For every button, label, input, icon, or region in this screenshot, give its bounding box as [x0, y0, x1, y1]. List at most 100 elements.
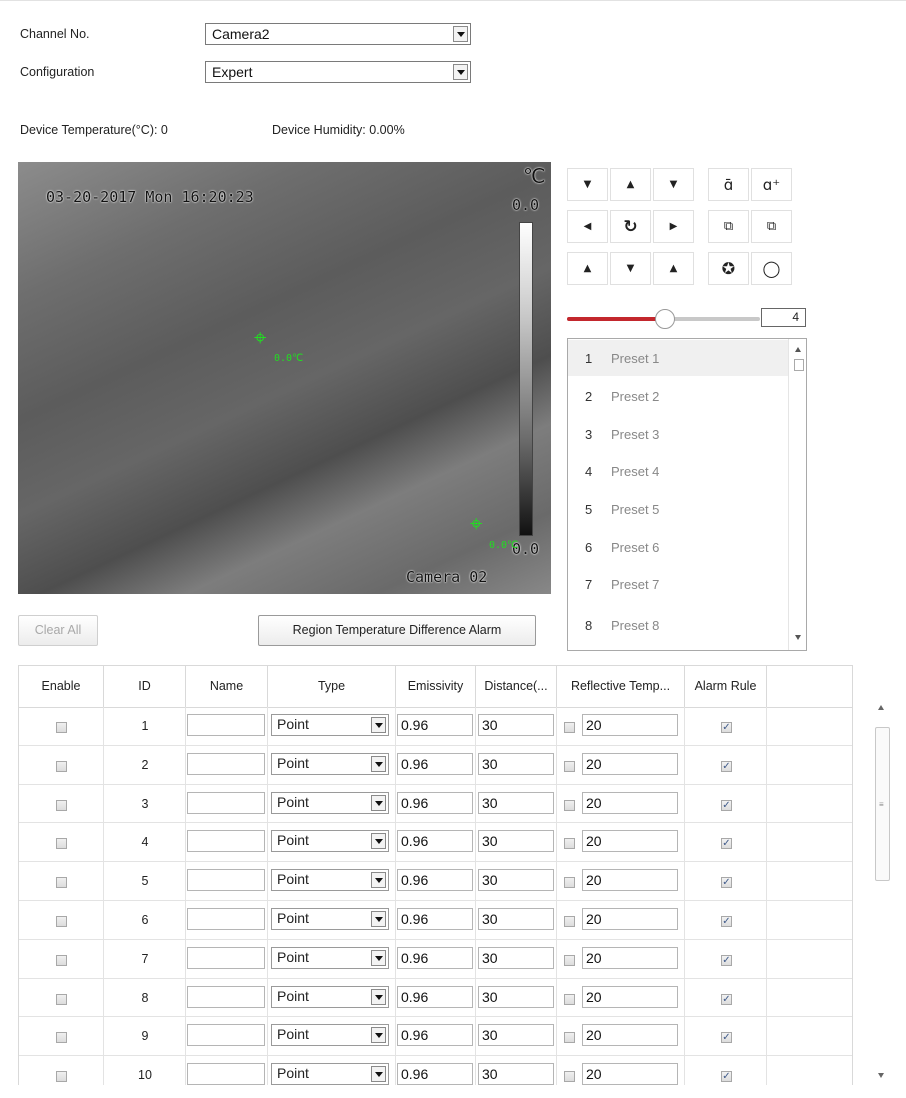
distance-input[interactable]: 30 [478, 791, 554, 814]
alarm-rule-checkbox[interactable]: ✓ [721, 1032, 732, 1044]
reflective-temp-input[interactable]: 20 [582, 946, 678, 969]
reflective-temp-checkbox[interactable] [564, 954, 575, 966]
name-input[interactable] [187, 985, 265, 1008]
emissivity-input[interactable]: 0.96 [397, 830, 473, 853]
reflective-temp-input[interactable]: 20 [582, 791, 678, 814]
enable-checkbox[interactable] [56, 954, 67, 966]
type-select[interactable]: Point [271, 1024, 389, 1047]
emissivity-input[interactable]: 0.96 [397, 985, 473, 1008]
table-scrollbar[interactable]: ≡ [872, 699, 892, 1085]
scroll-down-icon[interactable] [878, 1073, 884, 1078]
reflective-temp-checkbox[interactable] [564, 993, 575, 1005]
preset-list-scrollbar[interactable] [788, 339, 806, 650]
name-input[interactable] [187, 714, 265, 736]
preset-item[interactable]: 2 Preset 2 [568, 378, 790, 414]
reflective-temp-input[interactable]: 20 [582, 869, 678, 892]
arrow-down-icon[interactable]: ▼ [610, 252, 651, 285]
chevron-down-icon[interactable] [371, 872, 386, 889]
emissivity-input[interactable]: 0.96 [397, 1024, 473, 1047]
iris-open-icon[interactable]: ◯ [751, 252, 792, 285]
name-input[interactable] [187, 946, 265, 969]
name-input[interactable] [187, 1063, 265, 1085]
region-temperature-difference-alarm-button[interactable]: Region Temperature Difference Alarm [258, 615, 536, 646]
arrow-right-icon[interactable]: ▶ [653, 210, 694, 243]
alarm-rule-checkbox[interactable]: ✓ [721, 954, 732, 966]
emissivity-input[interactable]: 0.96 [397, 752, 473, 775]
distance-input[interactable]: 30 [478, 830, 554, 853]
channel-select[interactable]: Camera2 [205, 23, 471, 45]
chevron-down-icon[interactable] [453, 64, 468, 80]
distance-input[interactable]: 30 [478, 946, 554, 969]
name-input[interactable] [187, 791, 265, 814]
name-input[interactable] [187, 752, 265, 775]
reflective-temp-checkbox[interactable] [564, 760, 575, 772]
enable-checkbox[interactable] [56, 916, 67, 927]
ptz-speed-slider-handle[interactable] [655, 309, 675, 329]
emissivity-input[interactable]: 0.96 [397, 714, 473, 736]
reflective-temp-checkbox[interactable] [564, 1032, 575, 1044]
arrow-down-left-icon[interactable]: ▲ [567, 252, 608, 285]
preset-item[interactable]: 5 Preset 5 [568, 491, 790, 527]
enable-checkbox[interactable] [56, 1032, 67, 1044]
alarm-rule-checkbox[interactable]: ✓ [721, 1071, 732, 1083]
measure-point-marker[interactable]: ⌖ [470, 514, 482, 536]
zoom-in-icon[interactable]: ɑ⁺ [751, 168, 792, 201]
measure-point-marker[interactable]: ⌖ [254, 328, 266, 350]
scroll-up-icon[interactable] [878, 705, 884, 710]
chevron-down-icon[interactable] [371, 949, 386, 966]
arrow-down-right-icon[interactable]: ▲ [653, 252, 694, 285]
configuration-select[interactable]: Expert [205, 61, 471, 83]
scroll-down-icon[interactable] [795, 635, 801, 640]
alarm-rule-checkbox[interactable]: ✓ [721, 916, 732, 927]
chevron-down-icon[interactable] [371, 833, 386, 850]
chevron-down-icon[interactable] [371, 988, 386, 1005]
type-select[interactable]: Point [271, 985, 389, 1008]
type-select[interactable]: Point [271, 830, 389, 853]
preset-item[interactable]: 4 Preset 4 [568, 453, 790, 489]
scroll-thumb[interactable] [794, 359, 804, 371]
enable-checkbox[interactable] [56, 993, 67, 1005]
chevron-down-icon[interactable] [371, 794, 386, 811]
reflective-temp-checkbox[interactable] [564, 722, 575, 733]
distance-input[interactable]: 30 [478, 869, 554, 892]
preset-item[interactable]: 3 Preset 3 [568, 416, 790, 452]
chevron-down-icon[interactable] [453, 26, 468, 42]
type-select[interactable]: Point [271, 1063, 389, 1085]
alarm-rule-checkbox[interactable]: ✓ [721, 877, 732, 889]
preset-item[interactable]: 8 Preset 8 [568, 607, 790, 643]
reflective-temp-checkbox[interactable] [564, 799, 575, 811]
reflective-temp-checkbox[interactable] [564, 838, 575, 850]
reflective-temp-input[interactable]: 20 [582, 1024, 678, 1047]
chevron-down-icon[interactable] [371, 717, 386, 733]
clear-all-button[interactable]: Clear All [18, 615, 98, 646]
distance-input[interactable]: 30 [478, 985, 554, 1008]
name-input[interactable] [187, 830, 265, 853]
enable-checkbox[interactable] [56, 838, 67, 850]
reflective-temp-input[interactable]: 20 [582, 985, 678, 1008]
focus-far-icon[interactable]: ⧉ [751, 210, 792, 243]
preset-item[interactable]: 1 Preset 1 [568, 340, 790, 376]
type-select[interactable]: Point [271, 908, 389, 930]
distance-input[interactable]: 30 [478, 752, 554, 775]
enable-checkbox[interactable] [56, 760, 67, 772]
reflective-temp-checkbox[interactable] [564, 877, 575, 889]
auto-pan-icon[interactable]: ↻ [610, 210, 651, 243]
arrow-up-left-icon[interactable]: ▼ [567, 168, 608, 201]
scroll-up-icon[interactable] [795, 347, 801, 352]
reflective-temp-input[interactable]: 20 [582, 1063, 678, 1085]
chevron-down-icon[interactable] [371, 1027, 386, 1044]
chevron-down-icon[interactable] [371, 911, 386, 927]
type-select[interactable]: Point [271, 714, 389, 736]
reflective-temp-input[interactable]: 20 [582, 830, 678, 853]
alarm-rule-checkbox[interactable]: ✓ [721, 838, 732, 850]
distance-input[interactable]: 30 [478, 714, 554, 736]
arrow-left-icon[interactable]: ◀ [567, 210, 608, 243]
alarm-rule-checkbox[interactable]: ✓ [721, 722, 732, 733]
type-select[interactable]: Point [271, 946, 389, 969]
alarm-rule-checkbox[interactable]: ✓ [721, 993, 732, 1005]
thermal-video-view[interactable]: 03-20-2017 Mon 16:20:23 ℃ 0.0 0.0 ⌖ 0.0℃… [18, 162, 551, 594]
type-select[interactable]: Point [271, 791, 389, 814]
distance-input[interactable]: 30 [478, 1063, 554, 1085]
enable-checkbox[interactable] [56, 1071, 67, 1083]
zoom-out-icon[interactable]: ɑ̄ [708, 168, 749, 201]
